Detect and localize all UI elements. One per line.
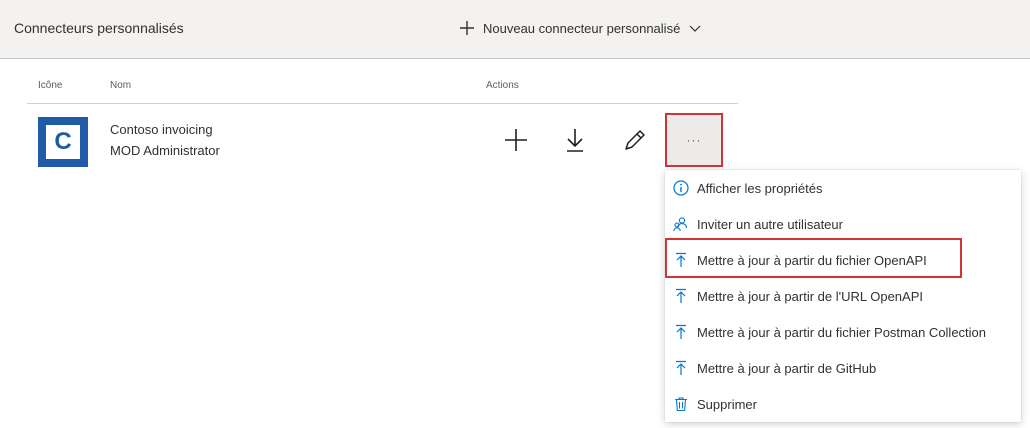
upload-icon bbox=[673, 324, 689, 340]
menu-item-label: Inviter un autre utilisateur bbox=[697, 216, 843, 232]
pencil-icon bbox=[621, 126, 649, 154]
invite-user-icon bbox=[673, 216, 689, 232]
new-connector-button[interactable]: Nouveau connecteur personnalisé bbox=[459, 14, 702, 42]
chevron-down-icon bbox=[688, 21, 702, 35]
menu-item-invite-user[interactable]: Inviter un autre utilisateur bbox=[665, 206, 1021, 242]
download-icon bbox=[561, 126, 589, 154]
menu-item-label: Supprimer bbox=[697, 396, 757, 412]
upload-icon bbox=[673, 252, 689, 268]
connector-owner: MOD Administrator bbox=[110, 143, 220, 158]
trash-icon bbox=[673, 396, 689, 412]
menu-item-update-from-openapi-file[interactable]: Mettre à jour à partir du fichier OpenAP… bbox=[665, 242, 1021, 278]
page-title: Connecteurs personnalisés bbox=[14, 20, 184, 36]
connector-icon-letter: C bbox=[54, 128, 72, 155]
info-icon bbox=[673, 180, 689, 196]
menu-item-label: Mettre à jour à partir du fichier OpenAP… bbox=[697, 252, 927, 268]
upload-icon bbox=[673, 360, 689, 376]
menu-item-label: Mettre à jour à partir de l'URL OpenAPI bbox=[697, 288, 923, 304]
download-button[interactable] bbox=[561, 126, 589, 154]
page-header: Connecteurs personnalisés Nouveau connec… bbox=[0, 0, 1030, 59]
context-menu: Afficher les propriétés Inviter un autre… bbox=[665, 170, 1021, 422]
connector-icon: C bbox=[38, 117, 88, 167]
add-connection-button[interactable] bbox=[502, 126, 530, 154]
connector-name: Contoso invoicing bbox=[110, 122, 213, 137]
menu-item-update-from-github[interactable]: Mettre à jour à partir de GitHub bbox=[665, 350, 1021, 386]
menu-item-update-from-openapi-url[interactable]: Mettre à jour à partir de l'URL OpenAPI bbox=[665, 278, 1021, 314]
menu-item-label: Afficher les propriétés bbox=[697, 180, 823, 196]
plus-icon bbox=[459, 20, 475, 36]
new-connector-label: Nouveau connecteur personnalisé bbox=[483, 20, 681, 36]
menu-item-label: Mettre à jour à partir de GitHub bbox=[697, 360, 877, 376]
upload-icon bbox=[673, 288, 689, 304]
menu-item-update-from-postman[interactable]: Mettre à jour à partir du fichier Postma… bbox=[665, 314, 1021, 350]
column-header-icon: Icône bbox=[38, 80, 63, 91]
column-header-actions: Actions bbox=[486, 80, 519, 91]
menu-item-show-properties[interactable]: Afficher les propriétés bbox=[665, 170, 1021, 206]
menu-item-label: Mettre à jour à partir du fichier Postma… bbox=[697, 324, 987, 340]
edit-button[interactable] bbox=[621, 126, 649, 154]
more-actions-button[interactable]: ··· bbox=[665, 113, 723, 167]
column-header-name: Nom bbox=[110, 80, 132, 91]
menu-item-delete[interactable]: Supprimer bbox=[665, 386, 1021, 422]
plus-icon bbox=[502, 126, 530, 154]
